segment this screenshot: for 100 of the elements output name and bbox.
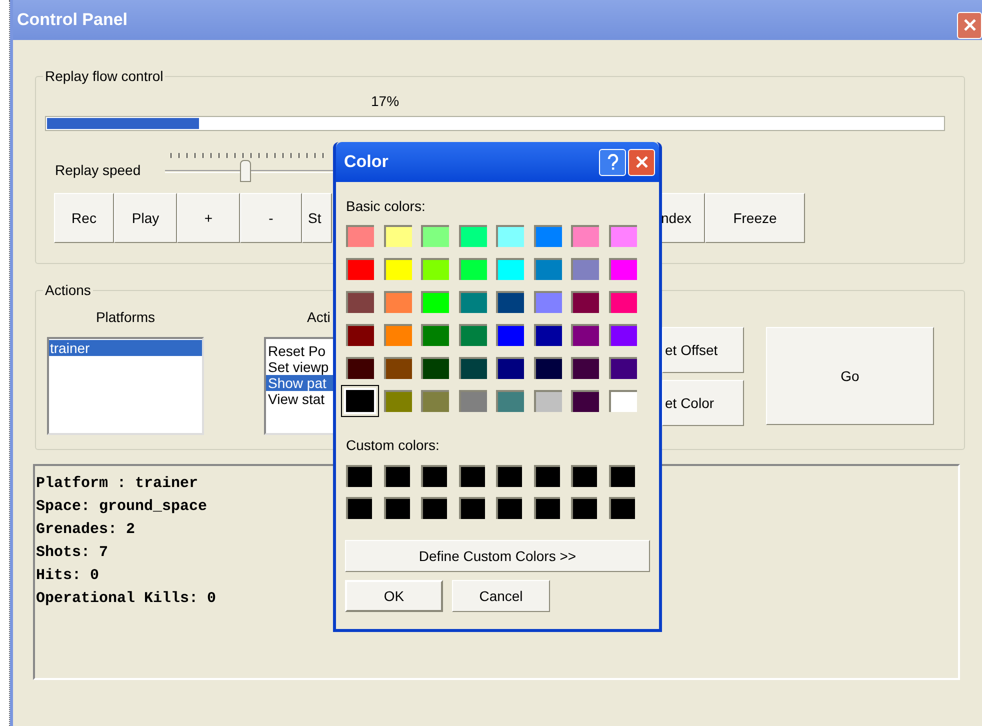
color-swatch[interactable] <box>496 356 524 378</box>
color-swatch[interactable] <box>571 465 597 487</box>
color-swatch[interactable] <box>458 497 484 519</box>
color-swatch[interactable] <box>608 356 636 378</box>
list-item[interactable]: Set viewp <box>266 359 335 375</box>
color-swatch[interactable] <box>458 258 486 280</box>
color-swatch[interactable] <box>458 465 484 487</box>
color-swatch[interactable] <box>346 224 374 246</box>
control-button[interactable]: + <box>177 193 240 243</box>
list-item[interactable]: Show pat <box>266 375 335 391</box>
window-title: Control Panel <box>17 9 128 32</box>
color-swatch[interactable] <box>571 497 597 519</box>
help-icon <box>606 154 618 170</box>
color-swatch[interactable] <box>384 224 412 246</box>
cancel-button[interactable]: Cancel <box>452 580 550 612</box>
color-swatch[interactable] <box>384 324 412 346</box>
action-button[interactable]: et Color <box>662 380 744 426</box>
color-swatch[interactable] <box>496 290 524 312</box>
output-line: Grenades: 2 <box>36 520 136 540</box>
control-button[interactable]: ndex <box>659 193 705 243</box>
progress-reading: 17% <box>371 92 400 111</box>
color-swatch[interactable] <box>384 290 412 312</box>
color-swatch[interactable] <box>384 465 410 487</box>
color-swatch[interactable] <box>384 258 412 280</box>
color-swatch[interactable] <box>608 258 636 280</box>
color-swatch[interactable] <box>571 324 599 346</box>
output-line: Platform : trainer <box>36 474 198 494</box>
color-swatch[interactable] <box>608 465 634 487</box>
color-swatch[interactable] <box>534 465 560 487</box>
color-swatch[interactable] <box>571 224 599 246</box>
list-item[interactable]: Reset Po <box>266 343 335 359</box>
control-button[interactable]: Play <box>114 193 177 243</box>
output-line: Operational Kills: 0 <box>36 589 216 609</box>
slider-thumb[interactable] <box>240 160 251 182</box>
control-button[interactable]: Freeze <box>705 193 805 243</box>
color-swatch[interactable] <box>496 224 524 246</box>
color-swatch[interactable] <box>608 390 636 412</box>
color-swatch[interactable] <box>496 324 524 346</box>
color-swatch[interactable] <box>346 356 374 378</box>
color-swatch[interactable] <box>346 497 372 519</box>
color-swatch[interactable] <box>421 224 449 246</box>
color-swatch[interactable] <box>534 258 562 280</box>
color-swatch[interactable] <box>421 390 449 412</box>
color-swatch[interactable] <box>608 324 636 346</box>
go-button[interactable]: Go <box>766 327 934 425</box>
color-swatch[interactable] <box>384 497 410 519</box>
color-swatch[interactable] <box>421 258 449 280</box>
platforms-label: Platforms <box>96 308 156 327</box>
color-swatch[interactable] <box>571 258 599 280</box>
color-swatch[interactable] <box>534 224 562 246</box>
color-swatch[interactable] <box>346 465 372 487</box>
color-swatch[interactable] <box>534 290 562 312</box>
color-swatch[interactable] <box>534 324 562 346</box>
color-swatch[interactable] <box>534 356 562 378</box>
color-swatch[interactable] <box>346 258 374 280</box>
color-swatch[interactable] <box>571 290 599 312</box>
color-swatch[interactable] <box>496 497 522 519</box>
action-button[interactable]: et Offset <box>662 327 744 373</box>
ok-button[interactable]: OK <box>345 580 443 612</box>
output-line: Space: ground_space <box>36 497 208 517</box>
color-swatch[interactable] <box>496 258 524 280</box>
color-swatch[interactable] <box>608 497 634 519</box>
color-swatch[interactable] <box>421 497 447 519</box>
color-swatch[interactable] <box>346 324 374 346</box>
list-item[interactable]: trainer <box>49 340 202 356</box>
color-swatch[interactable] <box>571 390 599 412</box>
define-custom-colors-button[interactable]: Define Custom Colors >> <box>345 540 650 572</box>
color-swatch[interactable] <box>346 290 374 312</box>
help-button[interactable] <box>599 148 626 176</box>
control-button[interactable]: Rec <box>54 193 114 243</box>
color-swatch[interactable] <box>458 390 486 412</box>
close-button[interactable] <box>628 148 655 176</box>
color-swatch[interactable] <box>421 324 449 346</box>
color-swatch[interactable] <box>421 356 449 378</box>
close-button[interactable] <box>957 12 982 38</box>
dialog-title: Color <box>344 151 390 174</box>
list-item[interactable]: View stat <box>266 391 335 407</box>
color-swatch[interactable] <box>346 390 374 412</box>
color-swatch[interactable] <box>458 324 486 346</box>
platforms-list[interactable]: trainer <box>47 337 204 435</box>
output-line: Hits: 0 <box>36 566 100 586</box>
color-swatch[interactable] <box>458 224 486 246</box>
control-button[interactable]: St <box>302 193 332 243</box>
close-icon <box>962 18 976 32</box>
color-swatch[interactable] <box>534 497 560 519</box>
color-swatch[interactable] <box>608 290 636 312</box>
actions-label: Acti <box>307 308 330 327</box>
color-swatch[interactable] <box>458 356 486 378</box>
color-swatch[interactable] <box>608 224 636 246</box>
color-swatch[interactable] <box>384 390 412 412</box>
color-swatch[interactable] <box>534 390 562 412</box>
color-swatch[interactable] <box>496 390 524 412</box>
color-swatch[interactable] <box>458 290 486 312</box>
actions-list[interactable]: Reset Po Set viewp Show pat View stat <box>264 337 335 435</box>
color-swatch[interactable] <box>421 290 449 312</box>
color-swatch[interactable] <box>384 356 412 378</box>
color-swatch[interactable] <box>421 465 447 487</box>
color-swatch[interactable] <box>571 356 599 378</box>
control-button[interactable]: - <box>240 193 302 243</box>
color-swatch[interactable] <box>496 465 522 487</box>
